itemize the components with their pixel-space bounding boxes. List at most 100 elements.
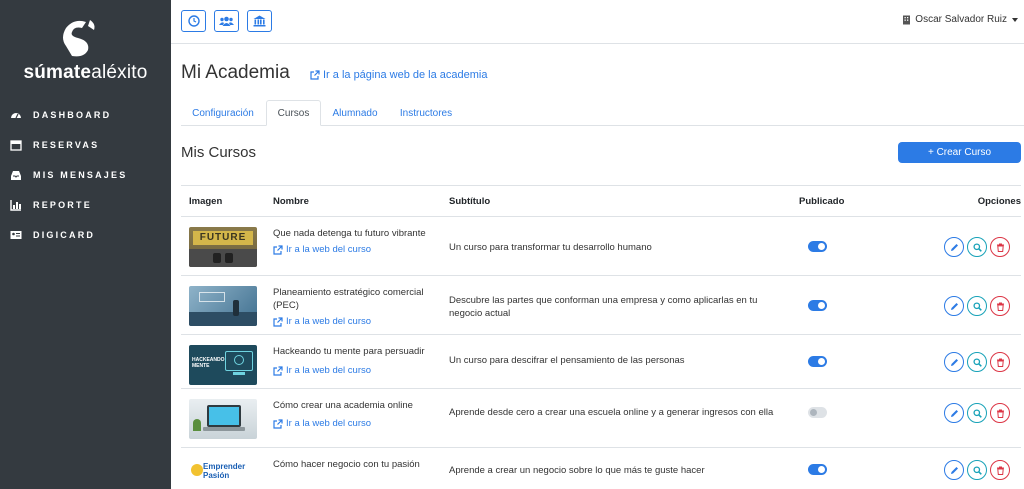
course-title: Planeamiento estratégico comercial (PEC)	[273, 287, 424, 311]
header-subtitle: Subtítulo	[449, 196, 491, 207]
table-header: Imagen Nombre Subtítulo Publicado Opcion…	[181, 185, 1021, 217]
tab-cursos[interactable]: Cursos	[266, 100, 321, 126]
view-button[interactable]	[967, 237, 987, 257]
header-published: Publicado	[799, 196, 845, 207]
search-icon	[972, 242, 982, 252]
logo-text-thin: aléxito	[91, 62, 148, 83]
delete-button[interactable]	[990, 296, 1010, 316]
view-button[interactable]	[967, 460, 987, 480]
institution-icon	[253, 15, 266, 27]
thumb-label: HACKEANDO MENTE	[192, 357, 225, 369]
search-icon	[972, 465, 982, 475]
sidebar-item-mensajes[interactable]: MIS MENSAJES	[0, 160, 171, 190]
main-content: Mi Academia Ir a la página web de la aca…	[171, 44, 1024, 489]
sidebar-item-label: RESERVAS	[33, 140, 100, 150]
row-options	[944, 237, 1010, 257]
sidebar-item-dashboard[interactable]: DASHBOARD	[0, 100, 171, 130]
course-web-link[interactable]: Ir a la web del curso	[273, 364, 443, 377]
dashboard-icon	[9, 108, 23, 122]
row-options	[944, 352, 1010, 372]
tab-configuracion[interactable]: Configuración	[181, 100, 265, 126]
course-web-link-label: Ir a la web del curso	[286, 365, 372, 376]
row-options	[944, 296, 1010, 316]
trash-icon	[996, 243, 1004, 252]
course-thumbnail	[189, 399, 257, 439]
publish-toggle[interactable]	[808, 407, 827, 418]
logo-text-bold: súmate	[23, 62, 92, 83]
tab-alumnado[interactable]: Alumnado	[321, 100, 389, 126]
row-options	[944, 403, 1010, 423]
external-link-icon	[310, 70, 320, 80]
course-name: Hackeando tu mente para persuadir Ir a l…	[273, 345, 443, 377]
edit-button[interactable]	[944, 352, 964, 372]
delete-button[interactable]	[990, 352, 1010, 372]
tab-label: Instructores	[399, 107, 453, 119]
publish-toggle[interactable]	[808, 241, 827, 252]
page-title: Mi Academia	[181, 62, 290, 83]
course-name: Que nada detenga tu futuro vibrante Ir a…	[273, 227, 443, 256]
sidebar-nav: DASHBOARD RESERVAS MIS MENSAJES REPORTE …	[0, 100, 171, 250]
course-web-link[interactable]: Ir a la web del curso	[273, 243, 443, 256]
edit-button[interactable]	[944, 296, 964, 316]
sidebar-item-label: REPORTE	[33, 200, 92, 210]
course-name: Cómo hacer negocio con tu pasión	[273, 458, 443, 471]
sidebar-item-label: MIS MENSAJES	[33, 170, 128, 180]
course-web-link-label: Ir a la web del curso	[286, 244, 372, 255]
topbar: Oscar Salvador Ruiz	[171, 0, 1024, 44]
publish-toggle[interactable]	[808, 464, 827, 475]
clock-icon	[187, 15, 200, 27]
pencil-icon	[950, 302, 958, 310]
course-title: Que nada detenga tu futuro vibrante	[273, 228, 426, 239]
publish-toggle[interactable]	[808, 356, 827, 367]
institution-button[interactable]	[247, 10, 272, 32]
academy-web-link[interactable]: Ir a la página web de la academia	[310, 69, 488, 81]
logo-mark-icon	[63, 20, 95, 57]
edit-button[interactable]	[944, 403, 964, 423]
sidebar-item-digicard[interactable]: DIGICARD	[0, 220, 171, 250]
course-web-link[interactable]: Ir a la web del curso	[273, 315, 443, 328]
external-link-icon	[273, 365, 283, 376]
table-row: FUTURE Que nada detenga tu futuro vibran…	[181, 217, 1021, 276]
course-subtitle: Un curso para transformar tu desarrollo …	[449, 242, 652, 253]
trash-icon	[996, 466, 1004, 475]
sidebar-item-label: DIGICARD	[33, 230, 96, 240]
edit-button[interactable]	[944, 460, 964, 480]
trash-icon	[996, 358, 1004, 367]
trash-icon	[996, 409, 1004, 418]
academy-web-link-label: Ir a la página web de la academia	[323, 69, 488, 81]
trash-icon	[996, 302, 1004, 311]
tab-bar: Configuración Cursos Alumnado Instructor…	[181, 100, 1024, 126]
create-course-button[interactable]: + Crear Curso	[898, 142, 1021, 163]
pencil-icon	[950, 409, 958, 417]
course-title: Hackeando tu mente para persuadir	[273, 346, 425, 357]
section-title: Mis Cursos	[181, 144, 257, 161]
courses-table: Imagen Nombre Subtítulo Publicado Opcion…	[181, 185, 1021, 489]
course-web-link[interactable]: Ir a la web del curso	[273, 417, 443, 430]
course-subtitle: Descubre las partes que conforman una em…	[449, 295, 758, 319]
sidebar-item-reporte[interactable]: REPORTE	[0, 190, 171, 220]
user-menu[interactable]: Oscar Salvador Ruiz	[902, 14, 1018, 25]
view-button[interactable]	[967, 403, 987, 423]
sidebar-item-reservas[interactable]: RESERVAS	[0, 130, 171, 160]
external-link-icon	[273, 244, 283, 255]
table-row: HACKEANDO MENTE Hackeando tu mente para …	[181, 335, 1021, 389]
course-thumbnail: HACKEANDO MENTE	[189, 345, 257, 385]
view-button[interactable]	[967, 296, 987, 316]
chevron-down-icon	[1012, 17, 1018, 22]
course-title: Cómo hacer negocio con tu pasión	[273, 459, 420, 470]
delete-button[interactable]	[990, 460, 1010, 480]
id-card-icon	[9, 228, 23, 242]
tab-instructores[interactable]: Instructores	[389, 100, 463, 126]
delete-button[interactable]	[990, 237, 1010, 257]
users-button[interactable]	[214, 10, 239, 32]
course-name: Cómo crear una academia online Ir a la w…	[273, 399, 443, 430]
delete-button[interactable]	[990, 403, 1010, 423]
publish-toggle[interactable]	[808, 300, 827, 311]
course-title: Cómo crear una academia online	[273, 400, 413, 411]
clock-button[interactable]	[181, 10, 206, 32]
search-icon	[972, 357, 982, 367]
pencil-icon	[950, 243, 958, 251]
edit-button[interactable]	[944, 237, 964, 257]
course-web-link-label: Ir a la web del curso	[286, 418, 372, 429]
view-button[interactable]	[967, 352, 987, 372]
